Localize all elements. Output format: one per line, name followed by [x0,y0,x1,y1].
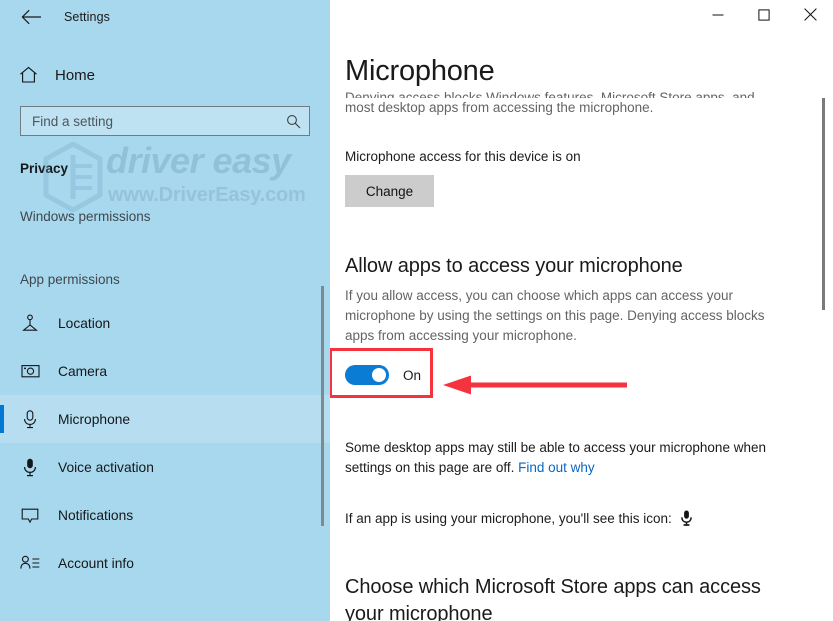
allow-apps-toggle[interactable] [345,365,389,385]
allow-apps-toggle-row[interactable]: On [345,364,421,386]
change-button[interactable]: Change [345,175,434,207]
store-apps-heading: Choose which Microsoft Store apps can ac… [345,576,761,621]
search-box[interactable] [20,106,310,136]
arrow-annotation [441,373,631,397]
scrolled-description: Denying access blocks Windows features, … [345,88,770,118]
minimize-icon [712,9,724,24]
sidebar-item-camera[interactable]: Camera [0,347,330,395]
icon-note-row: If an app is using your microphone, you'… [345,510,833,526]
minimize-button[interactable] [695,0,741,32]
voice-activation-icon [20,457,40,477]
driver-easy-logo-icon [42,141,104,217]
sidebar-titlebar: Settings [0,0,330,34]
microphone-icon [680,510,692,526]
sidebar-nav-list: Location Camera Microphone Voice activat… [0,299,330,587]
desktop-apps-note: Some desktop apps may still be able to a… [345,438,795,478]
settings-content: Denying access blocks Windows features, … [330,88,833,621]
sidebar-item-microphone[interactable]: Microphone [0,395,330,443]
location-icon [20,313,40,333]
maximize-icon [758,8,770,24]
driver-easy-watermark: driver easy www.DriverEasy.com [34,140,330,218]
settings-window: Settings Home Privacy Windows permission… [0,0,833,621]
sidebar-category-title: Privacy [20,161,69,176]
device-access-status: Microphone access for this device is on [345,149,581,164]
sidebar-item-notifications-label: Notifications [58,507,134,523]
notifications-icon [20,505,40,525]
maximize-button[interactable] [741,0,787,32]
sidebar-item-microphone-label: Microphone [58,411,131,427]
sidebar-item-account-info[interactable]: Account info [0,539,330,587]
sidebar-item-notifications[interactable]: Notifications [0,491,330,539]
sidebar-item-voice-activation-label: Voice activation [58,459,154,475]
sidebar-item-location-label: Location [58,315,111,331]
account-info-icon [20,553,40,573]
sidebar-item-account-info-label: Account info [58,555,134,571]
window-controls [695,0,833,32]
camera-icon [20,361,40,381]
sidebar-group-app-permissions: App permissions [20,272,120,287]
watermark-url: www.DriverEasy.com [108,184,306,206]
sidebar: Settings Home Privacy Windows permission… [0,0,330,621]
allow-apps-toggle-zone: On [330,348,627,412]
sidebar-item-home[interactable]: Home [0,56,330,94]
microphone-icon [20,409,40,429]
sidebar-item-location[interactable]: Location [0,299,330,347]
search-icon[interactable] [285,113,301,129]
scrolled-description-line2: most desktop apps from accessing the mic… [345,100,654,115]
sidebar-home-label: Home [55,66,96,84]
sidebar-item-camera-label: Camera [58,363,108,379]
back-button[interactable] [16,4,46,30]
sidebar-scrollbar[interactable] [321,286,324,526]
sidebar-group-windows-permissions: Windows permissions [20,209,151,224]
home-icon [18,65,38,85]
allow-apps-toggle-state: On [403,367,422,383]
allow-apps-heading: Allow apps to access your microphone [345,255,683,277]
close-button[interactable] [787,0,833,32]
search-input[interactable] [32,107,285,135]
back-arrow-icon [21,9,42,25]
main-scrollbar[interactable] [822,98,825,310]
main-content: Microphone Denying access blocks Windows… [330,0,833,621]
find-out-why-link[interactable]: Find out why [518,460,595,475]
page-title: Microphone [345,52,505,90]
toggle-knob [372,368,386,382]
app-title: Settings [64,10,110,24]
allow-apps-description: If you allow access, you can choose whic… [345,288,765,343]
sidebar-item-voice-activation[interactable]: Voice activation [0,443,330,491]
close-icon [803,8,817,24]
icon-note-text: If an app is using your microphone, you'… [345,510,672,526]
